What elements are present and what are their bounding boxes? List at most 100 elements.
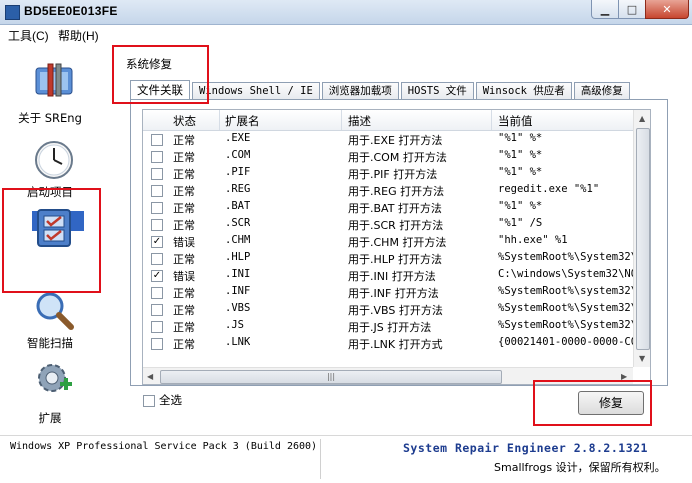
cell-current-value: regedit.exe "%1" — [498, 183, 600, 195]
cell-current-value: "%1" %* — [498, 132, 543, 144]
row-checkbox[interactable] — [151, 202, 163, 214]
cell-extension: .VBS — [225, 302, 251, 314]
column-header-extension[interactable]: 扩展名 — [225, 113, 260, 129]
sidebar-item-label: 智能扫描 — [27, 336, 73, 350]
cell-description: 用于.INI 打开方法 — [348, 270, 436, 283]
row-checkbox[interactable] — [151, 151, 163, 163]
clock-icon — [35, 141, 73, 179]
scroll-left-icon[interactable]: ◀ — [147, 372, 153, 381]
cell-description: 用于.REG 打开方法 — [348, 185, 445, 198]
cell-status: 正常 — [173, 185, 195, 198]
close-icon: ✕ — [662, 2, 672, 16]
tab-winsock[interactable]: Winsock 供应者 — [475, 82, 572, 100]
vertical-scrollbar[interactable]: ▲ ▼ — [633, 110, 650, 367]
product-name: System Repair Engineer 2.8.2.1321 — [403, 441, 648, 455]
select-all-checkbox[interactable]: 全选 — [143, 392, 182, 408]
table-row[interactable]: 正常 .HLP 用于.HLP 打开方法 %SystemRoot%\System32\ — [143, 250, 633, 267]
menu-help[interactable]: 帮助(H) — [58, 27, 99, 44]
cell-current-value: C:\windows\System32\NOT — [498, 268, 633, 280]
column-header-status[interactable]: 状态 — [173, 113, 196, 129]
minimize-icon: ▁ — [600, 2, 610, 16]
table-row[interactable]: 正常 .VBS 用于.VBS 打开方法 %SystemRoot%\System32\ — [143, 301, 633, 318]
scroll-up-icon[interactable]: ▲ — [639, 114, 645, 123]
cell-description: 用于.PIF 打开方法 — [348, 168, 438, 181]
row-checkbox[interactable] — [151, 338, 163, 350]
cell-extension: .BAT — [225, 200, 251, 212]
cell-extension: .REG — [225, 183, 251, 195]
cell-current-value: "%1" %* — [498, 166, 543, 178]
cell-description: 用于.JS 打开方法 — [348, 321, 432, 334]
gear-plus-icon — [38, 364, 72, 392]
table-row[interactable]: ✓ 错误 .INI 用于.INI 打开方法 C:\windows\System32\NO… — [143, 267, 633, 284]
cell-description: 用于.SCR 打开方法 — [348, 219, 444, 232]
maximize-button[interactable]: □ — [618, 0, 646, 19]
cell-description: 用于.VBS 打开方法 — [348, 304, 443, 317]
menu-tools[interactable]: 工具(C) — [8, 27, 49, 44]
table-row[interactable]: 正常 .JS 用于.JS 打开方法 %SystemRoot%\System32\ — [143, 318, 633, 335]
cell-extension: .SCR — [225, 217, 251, 229]
row-checkbox[interactable] — [151, 321, 163, 333]
table-row[interactable]: 正常 .SCR 用于.SCR 打开方法 "%1" /S — [143, 216, 633, 233]
tab-hosts-file[interactable]: HOSTS 文件 — [400, 82, 474, 100]
cell-current-value: %SystemRoot%\System32\ — [498, 251, 633, 263]
cell-extension: .INI — [225, 268, 251, 280]
table-row[interactable]: 正常 .BAT 用于.BAT 打开方法 "%1" %* — [143, 199, 633, 216]
os-info: Windows XP Professional Service Pack 3 (… — [10, 441, 318, 452]
row-checkbox[interactable] — [151, 287, 163, 299]
cell-description: 用于.LNK 打开方式 — [348, 338, 443, 351]
cell-current-value: {00021401-0000-0000-C0 — [498, 336, 633, 348]
cell-status: 正常 — [173, 321, 195, 334]
close-button[interactable]: ✕ — [645, 0, 689, 19]
table-row[interactable]: 正常 .EXE 用于.EXE 打开方法 "%1" %* — [143, 131, 633, 148]
table-row[interactable]: ✓ 错误 .CHM 用于.CHM 打开方法 "hh.exe" %1 — [143, 233, 633, 250]
cell-description: 用于.HLP 打开方法 — [348, 253, 443, 266]
cell-description: 用于.CHM 打开方法 — [348, 236, 447, 249]
sidebar-item-label: 关于 SREng — [18, 111, 82, 125]
sidebar-item-about[interactable]: 关于 SREng — [0, 50, 100, 125]
tab-browser-addons[interactable]: 浏览器加载项 — [321, 82, 399, 100]
row-checkbox[interactable] — [151, 185, 163, 197]
cell-status: 正常 — [173, 134, 195, 147]
minimize-button[interactable]: ▁ — [591, 0, 619, 19]
copyright-text: Smallfrogs 设计，保留所有权利。 — [494, 461, 666, 474]
grip-icon: ||| — [326, 372, 336, 381]
row-checkbox[interactable] — [151, 168, 163, 180]
row-checkbox[interactable] — [151, 304, 163, 316]
scroll-down-icon[interactable]: ▼ — [639, 354, 645, 363]
cell-description: 用于.EXE 打开方法 — [348, 134, 443, 147]
column-header-current-value[interactable]: 当前值 — [498, 113, 533, 129]
file-association-list[interactable]: 状态 扩展名 描述 当前值 正常 .EXE 用于.EXE 打开方法 "%1" %* 正常… — [142, 109, 651, 385]
tab-windows-shell-ie[interactable]: Windows Shell / IE — [192, 82, 320, 100]
table-row[interactable]: 正常 .INF 用于.INF 打开方法 %SystemRoot%\system32\ — [143, 284, 633, 301]
cell-extension: .COM — [225, 149, 251, 161]
cell-status: 正常 — [173, 151, 195, 164]
highlight-box-group — [112, 45, 209, 104]
row-checkbox[interactable] — [151, 253, 163, 265]
row-checkbox[interactable]: ✓ — [151, 270, 163, 282]
sidebar-item-label: 扩展 — [38, 411, 62, 425]
row-checkbox[interactable] — [151, 219, 163, 231]
cell-status: 正常 — [173, 168, 195, 181]
cell-current-value: %SystemRoot%\System32\ — [498, 319, 633, 331]
horizontal-scroll-thumb[interactable]: ||| — [160, 370, 502, 384]
cell-current-value: %SystemRoot%\System32\ — [498, 302, 633, 314]
table-row[interactable]: 正常 .REG 用于.REG 打开方法 regedit.exe "%1" — [143, 182, 633, 199]
cell-current-value: %SystemRoot%\system32\ — [498, 285, 633, 297]
tab-advanced-repair[interactable]: 高级修复 — [573, 82, 630, 100]
sidebar-item-extend[interactable]: 扩展 — [0, 355, 100, 430]
row-checkbox[interactable] — [151, 134, 163, 146]
table-row[interactable]: 正常 .PIF 用于.PIF 打开方法 "%1" %* — [143, 165, 633, 182]
cell-status: 正常 — [173, 219, 195, 232]
cell-extension: .JS — [225, 319, 244, 331]
checkbox-box[interactable] — [143, 394, 155, 407]
table-row[interactable]: 正常 .COM 用于.COM 打开方法 "%1" %* — [143, 148, 633, 165]
table-row[interactable]: 正常 .LNK 用于.LNK 打开方式 {00021401-0000-0000-C0 — [143, 335, 633, 352]
highlight-box-repair — [533, 380, 652, 426]
cell-current-value: "hh.exe" %1 — [498, 234, 568, 246]
cell-extension: .LNK — [225, 336, 251, 348]
cell-description: 用于.COM 打开方法 — [348, 151, 447, 164]
row-checkbox[interactable]: ✓ — [151, 236, 163, 248]
column-header-description[interactable]: 描述 — [348, 113, 371, 129]
cell-current-value: "%1" %* — [498, 149, 543, 161]
vertical-scroll-thumb[interactable] — [636, 128, 650, 350]
